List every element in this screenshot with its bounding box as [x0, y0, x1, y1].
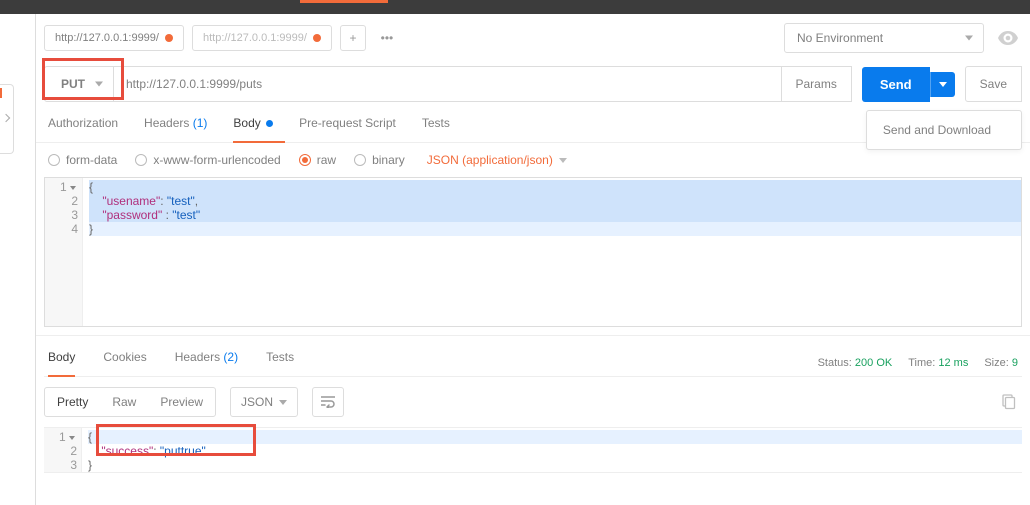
seg-raw[interactable]: Raw: [100, 388, 148, 416]
response-format-select[interactable]: JSON: [230, 387, 298, 417]
line-gutter: 1 2 3 4: [45, 178, 83, 326]
params-button[interactable]: Params: [782, 66, 852, 102]
line-gutter: 1 2 3: [44, 428, 82, 472]
tab-body[interactable]: Body: [233, 116, 273, 142]
tab-label: http://127.0.0.1:9999/: [203, 32, 307, 44]
tab-bar: http://127.0.0.1:9999/ http://127.0.0.1:…: [36, 14, 1030, 56]
body-indicator-icon: [266, 120, 273, 127]
request-body-editor[interactable]: 1 2 3 4 { "usename": "test", "password" …: [44, 177, 1022, 327]
headers-count: (1): [193, 116, 208, 130]
resp-tab-headers[interactable]: Headers (2): [175, 350, 238, 376]
code-area[interactable]: { "success": "puttrue" }: [82, 428, 1022, 472]
response-body-editor[interactable]: 1 2 3 { "success": "puttrue" }: [44, 427, 1022, 473]
app-titlebar: [0, 0, 1030, 14]
resp-tab-tests[interactable]: Tests: [266, 350, 294, 376]
copy-response-button[interactable]: [994, 388, 1022, 416]
left-rail: [0, 14, 36, 505]
tab-headers[interactable]: Headers (1): [144, 116, 207, 142]
tab-authorization[interactable]: Authorization: [48, 116, 118, 142]
send-button[interactable]: Send: [862, 67, 930, 102]
method-label: PUT: [61, 77, 85, 91]
environment-label: No Environment: [797, 31, 883, 45]
modified-dot-icon: [165, 34, 173, 42]
save-button[interactable]: Save: [965, 66, 1022, 102]
tab-menu-button[interactable]: •••: [374, 25, 400, 51]
chevron-down-icon: [95, 82, 103, 87]
content-type-select[interactable]: JSON (application/json): [427, 153, 567, 167]
radio-binary[interactable]: binary: [354, 153, 405, 167]
send-dropdown-menu[interactable]: Send and Download: [866, 110, 1022, 150]
response-tabs: Body Cookies Headers (2) Tests Status: 2…: [44, 336, 1022, 377]
seg-preview[interactable]: Preview: [148, 388, 215, 416]
chevron-down-icon: [279, 400, 287, 405]
content-type-label: JSON (application/json): [427, 153, 553, 167]
response-meta: Status: 200 OK Time: 12 ms Size: 9: [818, 357, 1018, 369]
seg-pretty[interactable]: Pretty: [45, 388, 100, 416]
resp-tab-body[interactable]: Body: [48, 350, 75, 376]
http-method-select[interactable]: PUT: [44, 66, 114, 102]
request-tab-1[interactable]: http://127.0.0.1:9999/: [44, 25, 184, 51]
chevron-down-icon: [939, 82, 947, 87]
resp-tab-cookies[interactable]: Cookies: [103, 350, 146, 376]
code-area[interactable]: { "usename": "test", "password" : "test"…: [83, 178, 1021, 326]
tab-tests[interactable]: Tests: [422, 116, 450, 142]
tab-label: http://127.0.0.1:9999/: [55, 32, 159, 44]
response-toolbar: Pretty Raw Preview JSON: [44, 377, 1022, 427]
environment-quicklook-button[interactable]: [994, 23, 1022, 53]
tab-headers-label: Headers: [144, 116, 189, 130]
radio-raw[interactable]: raw: [299, 153, 336, 167]
send-dropdown-button[interactable]: [930, 72, 955, 97]
wrap-toggle-button[interactable]: [312, 387, 344, 417]
request-tab-2[interactable]: http://127.0.0.1:9999/: [192, 25, 332, 51]
modified-dot-icon: [313, 34, 321, 42]
request-url-input[interactable]: [114, 66, 782, 102]
tab-prerequest[interactable]: Pre-request Script: [299, 116, 396, 142]
tab-body-label: Body: [233, 116, 260, 130]
radio-xwww[interactable]: x-www-form-urlencoded: [135, 153, 280, 167]
request-row: PUT Params Send Save Send and Download: [36, 56, 1030, 102]
radio-form-data[interactable]: form-data: [48, 153, 117, 167]
active-indicator: [300, 0, 388, 3]
send-and-download-item[interactable]: Send and Download: [883, 123, 991, 137]
chevron-down-icon: [559, 158, 567, 163]
rail-collapse-handle[interactable]: [0, 84, 14, 154]
new-tab-button[interactable]: +: [340, 25, 366, 51]
view-mode-segment[interactable]: Pretty Raw Preview: [44, 387, 216, 417]
chevron-down-icon: [965, 36, 973, 41]
environment-select[interactable]: No Environment: [784, 23, 984, 53]
